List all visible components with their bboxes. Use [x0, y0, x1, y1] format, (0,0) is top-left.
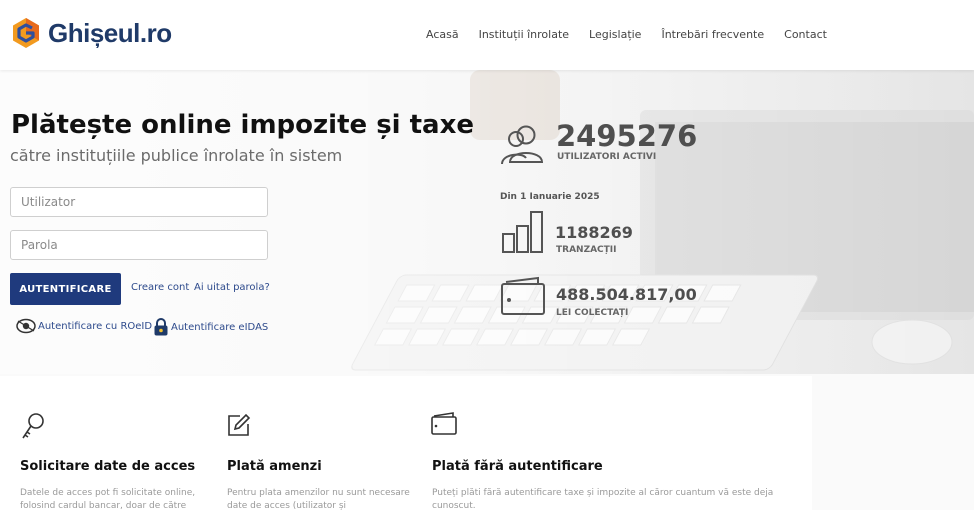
- roeid-login-link[interactable]: Autentificare cu ROeID: [16, 318, 152, 334]
- feature-description: Puteți plăti fără autentificare taxe și …: [432, 488, 774, 511]
- transactions-label: TRANZACȚII: [556, 245, 617, 255]
- eidas-label: Autentificare eIDAS: [171, 321, 269, 333]
- bar-chart-icon: [502, 211, 543, 253]
- nav-home[interactable]: Acasă: [426, 28, 459, 41]
- page-title: Plătește online impozite și taxe: [11, 110, 475, 140]
- create-account-link[interactable]: Creare cont: [131, 282, 189, 293]
- active-users-count: 2495276: [556, 119, 698, 153]
- roeid-label: Autentificare cu ROeID: [38, 320, 153, 332]
- login-button[interactable]: AUTENTIFICARE: [10, 273, 121, 305]
- roeid-icon: [16, 318, 36, 334]
- collected-amount: 488.504.817,00: [556, 285, 697, 304]
- page-subtitle: către instituțiile publice înrolate în s…: [10, 146, 343, 165]
- nav-institutions[interactable]: Instituții înrolate: [479, 28, 569, 41]
- active-users-label: UTILIZATORI ACTIVI: [557, 152, 657, 162]
- forgot-password-link[interactable]: Ai uitat parola?: [194, 282, 270, 293]
- collected-label: LEI COLECTAȚI: [556, 308, 629, 318]
- users-icon: [501, 125, 544, 165]
- feature-title: Plată fără autentificare: [432, 459, 603, 474]
- logo-text: Ghișeul.ro: [48, 17, 172, 48]
- site-logo[interactable]: Ghișeul.ro: [12, 17, 172, 49]
- wallet-icon: [501, 276, 545, 315]
- edit-icon: [228, 413, 251, 436]
- feature-title: Plată amenzi: [227, 459, 322, 474]
- nav-legislation[interactable]: Legislație: [589, 28, 641, 41]
- main-nav: Acasă Instituții înrolate Legislație Înt…: [426, 28, 827, 41]
- eidas-lock-icon: [154, 318, 168, 336]
- features-panel: Solicitare date de acces Datele de acces…: [0, 376, 812, 511]
- feature-description: Pentru plata amenzilor nu sunt necesare …: [227, 488, 410, 511]
- stats-since-label: Din 1 Ianuarie 2025: [500, 192, 600, 202]
- logo-icon: [13, 18, 39, 48]
- nav-contact[interactable]: Contact: [784, 28, 827, 41]
- eidas-login-link[interactable]: Autentificare eIDAS: [153, 318, 268, 336]
- feature-title: Solicitare date de acces: [20, 459, 196, 474]
- features-section: Solicitare date de acces Datele de acces…: [0, 374, 974, 511]
- hero-section: Plătește online impozite și taxe către i…: [0, 70, 974, 374]
- password-input[interactable]: [10, 230, 268, 260]
- key-icon: [22, 413, 44, 439]
- username-input[interactable]: [10, 187, 268, 217]
- feature-description: Datele de acces pot fi solicitate online…: [20, 488, 196, 511]
- transactions-count: 1188269: [555, 223, 633, 242]
- nav-faq[interactable]: Întrebări frecvente: [661, 28, 764, 41]
- wallet-icon: [431, 412, 457, 435]
- site-header: Ghișeul.ro Acasă Instituții înrolate Leg…: [0, 0, 974, 70]
